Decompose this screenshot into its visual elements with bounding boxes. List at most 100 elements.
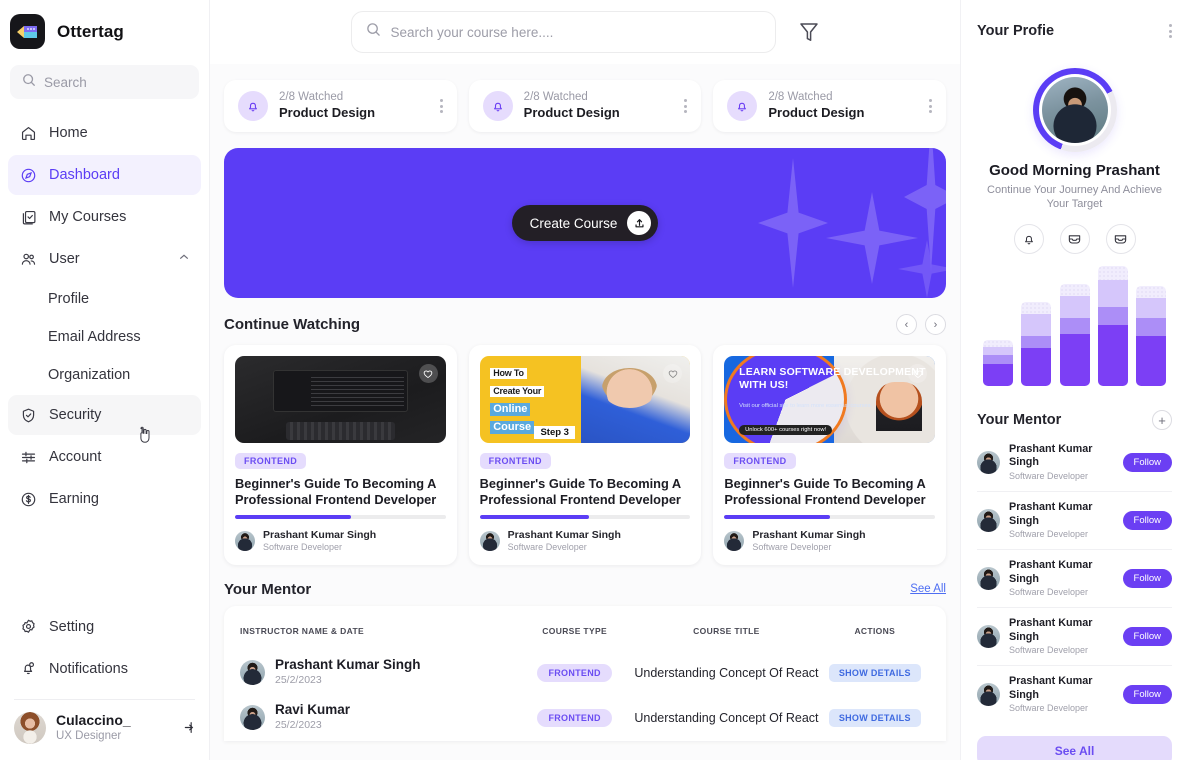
- show-details-button[interactable]: SHOW DETAILS: [828, 664, 921, 683]
- greeting-subtext: Continue Your Journey And Achieve Your T…: [987, 184, 1162, 210]
- list-item[interactable]: Prashant Kumar Singh Software Developer …: [977, 550, 1172, 609]
- sidebar-item-my-courses[interactable]: My Courses: [8, 197, 201, 237]
- more-vertical-icon[interactable]: [439, 99, 443, 113]
- follow-button[interactable]: Follow: [1122, 511, 1172, 531]
- follow-button[interactable]: Follow: [1122, 569, 1172, 589]
- course-card[interactable]: How To Create Your Online Course Step 3: [468, 345, 702, 565]
- thumb-subtext: Visit our official site to learn more es…: [739, 402, 873, 409]
- list-item[interactable]: Prashant Kumar Singh Software Developer …: [977, 434, 1172, 493]
- stat-card[interactable]: 2/8 Watched Product Design: [468, 80, 702, 132]
- inbox-icon[interactable]: [1105, 224, 1136, 254]
- row-date: 25/2/2023: [275, 674, 322, 686]
- table-row[interactable]: Prashant Kumar Singh 25/2/2023 FRONTEND …: [240, 650, 930, 695]
- sidebar-item-security[interactable]: Security: [8, 395, 201, 435]
- sidebar-item-label: My Courses: [49, 209, 127, 225]
- chart-bar: [1097, 266, 1128, 386]
- see-all-button[interactable]: See All: [977, 735, 1172, 760]
- create-course-button[interactable]: Create Course: [511, 205, 659, 241]
- thumb-text-line: How To: [490, 367, 527, 379]
- avatar: [977, 567, 1000, 591]
- course-card-list: FRONTEND Beginner's Guide To Becoming A …: [210, 345, 960, 565]
- thumb-heading: LEARN SOFTWARE DEVELOPMENT WITH US!: [739, 366, 926, 391]
- sidebar-subitem-label: Organization: [48, 367, 131, 383]
- inbox-icon[interactable]: [1059, 224, 1090, 254]
- more-vertical-icon[interactable]: [1169, 24, 1172, 38]
- sidebar-search[interactable]: [10, 65, 199, 99]
- instructor-role: Software Developer: [263, 542, 343, 553]
- follow-button[interactable]: Follow: [1122, 453, 1172, 473]
- follow-button[interactable]: Follow: [1122, 685, 1172, 705]
- see-all-link[interactable]: See All: [910, 583, 946, 595]
- chart-bar: [1136, 286, 1166, 386]
- stat-card[interactable]: 2/8 Watched Product Design: [713, 80, 947, 132]
- sidebar-item-setting[interactable]: Setting: [8, 607, 201, 647]
- course-title: Beginner's Guide To Becoming A Professio…: [235, 476, 437, 507]
- mentor-list: Prashant Kumar Singh Software Developer …: [977, 434, 1172, 724]
- course-instructor: Prashant Kumar Singh Software Developer: [479, 529, 691, 554]
- course-search-input[interactable]: [390, 24, 761, 40]
- mentor-role: Software Developer: [1009, 587, 1089, 598]
- sidebar-user-card[interactable]: Culaccino_ UX Designer: [0, 700, 209, 750]
- thumb-text-line: Course: [490, 421, 535, 435]
- sparkle-decoration: [826, 192, 918, 284]
- bell-gear-icon: [19, 660, 37, 678]
- sidebar-item-notifications[interactable]: Notifications: [8, 649, 201, 689]
- course-tag: FRONTEND: [724, 453, 796, 469]
- sparkle-decoration: [898, 240, 946, 298]
- chevron-left-icon[interactable]: ‹: [896, 314, 917, 335]
- course-card[interactable]: FRONTEND Beginner's Guide To Becoming A …: [224, 345, 457, 565]
- sidebar-subitem-label: Email Address: [48, 329, 141, 345]
- sidebar-search-input[interactable]: [44, 74, 187, 90]
- sidebar-item-label: Security: [49, 407, 102, 423]
- list-item[interactable]: Prashant Kumar Singh Software Developer …: [977, 666, 1172, 723]
- list-item[interactable]: Prashant Kumar Singh Software Developer …: [977, 608, 1172, 667]
- profile-block: Good Morning Prashant Continue Your Jour…: [977, 68, 1172, 254]
- chevron-up-icon: [178, 251, 190, 267]
- follow-button[interactable]: Follow: [1122, 627, 1172, 647]
- heart-icon[interactable]: [908, 364, 928, 383]
- avatar: [235, 531, 255, 552]
- course-thumbnail: LEARN SOFTWARE DEVELOPMENT WITH US! Visi…: [724, 356, 936, 443]
- mentor-name: Prashant Kumar Singh: [1009, 443, 1093, 469]
- column-header: INSTRUCTOR NAME & DATE: [240, 625, 365, 636]
- stat-title: Product Design: [523, 105, 620, 121]
- sidebar-item-label: Earning: [49, 491, 99, 507]
- list-item[interactable]: Prashant Kumar Singh Software Developer …: [977, 492, 1172, 551]
- plus-icon[interactable]: +: [1152, 410, 1172, 430]
- sidebar-subitem-profile[interactable]: Profile: [8, 281, 201, 317]
- stat-card[interactable]: 2/8 Watched Product Design: [224, 80, 457, 132]
- course-search[interactable]: [350, 11, 776, 53]
- bell-icon: [727, 91, 758, 121]
- chevron-right-icon[interactable]: ›: [925, 314, 946, 335]
- sidebar-user-name: Culaccino_: [56, 711, 131, 728]
- app-root: Ottertag Home: [0, 0, 1188, 760]
- more-vertical-icon[interactable]: [929, 99, 933, 113]
- sidebar-subitem-email-address[interactable]: Email Address: [8, 319, 201, 355]
- main-scroll: 2/8 Watched Product Design 2/8 Watched P…: [210, 64, 960, 741]
- filter-funnel-icon[interactable]: [798, 20, 820, 44]
- sidebar-subitem-organization[interactable]: Organization: [8, 357, 201, 393]
- sidebar-item-account[interactable]: Account: [8, 437, 201, 477]
- heart-icon[interactable]: [418, 364, 438, 383]
- avatar: [240, 660, 265, 686]
- avatar: [14, 711, 46, 744]
- sidebar-item-dashboard[interactable]: Dashboard: [8, 155, 201, 195]
- logout-icon[interactable]: [182, 720, 197, 735]
- sidebar-item-earning[interactable]: Earning: [8, 479, 201, 519]
- course-progress-bar: [235, 515, 446, 519]
- stat-watched: 2/8 Watched: [523, 91, 588, 104]
- show-details-button[interactable]: SHOW DETAILS: [828, 709, 921, 728]
- sidebar-item-user[interactable]: User: [8, 239, 201, 279]
- mentor-name: Prashant Kumar Singh: [1009, 617, 1093, 643]
- mentor-role: Software Developer: [1009, 529, 1089, 540]
- mentor-table-header: Your Mentor See All: [210, 565, 960, 606]
- more-vertical-icon[interactable]: [684, 99, 688, 113]
- profile-header: Your Profie: [977, 0, 1172, 62]
- bell-icon[interactable]: [1013, 224, 1044, 254]
- course-card[interactable]: LEARN SOFTWARE DEVELOPMENT WITH US! Visi…: [713, 345, 947, 565]
- mentor-name: Prashant Kumar Singh: [1009, 559, 1093, 585]
- table-row[interactable]: Ravi Kumar 25/2/2023 FRONTEND Understand…: [240, 695, 930, 740]
- sidebar-item-home[interactable]: Home: [8, 113, 201, 153]
- sidebar-item-label: User: [49, 251, 80, 267]
- chart-bar: [1059, 284, 1090, 386]
